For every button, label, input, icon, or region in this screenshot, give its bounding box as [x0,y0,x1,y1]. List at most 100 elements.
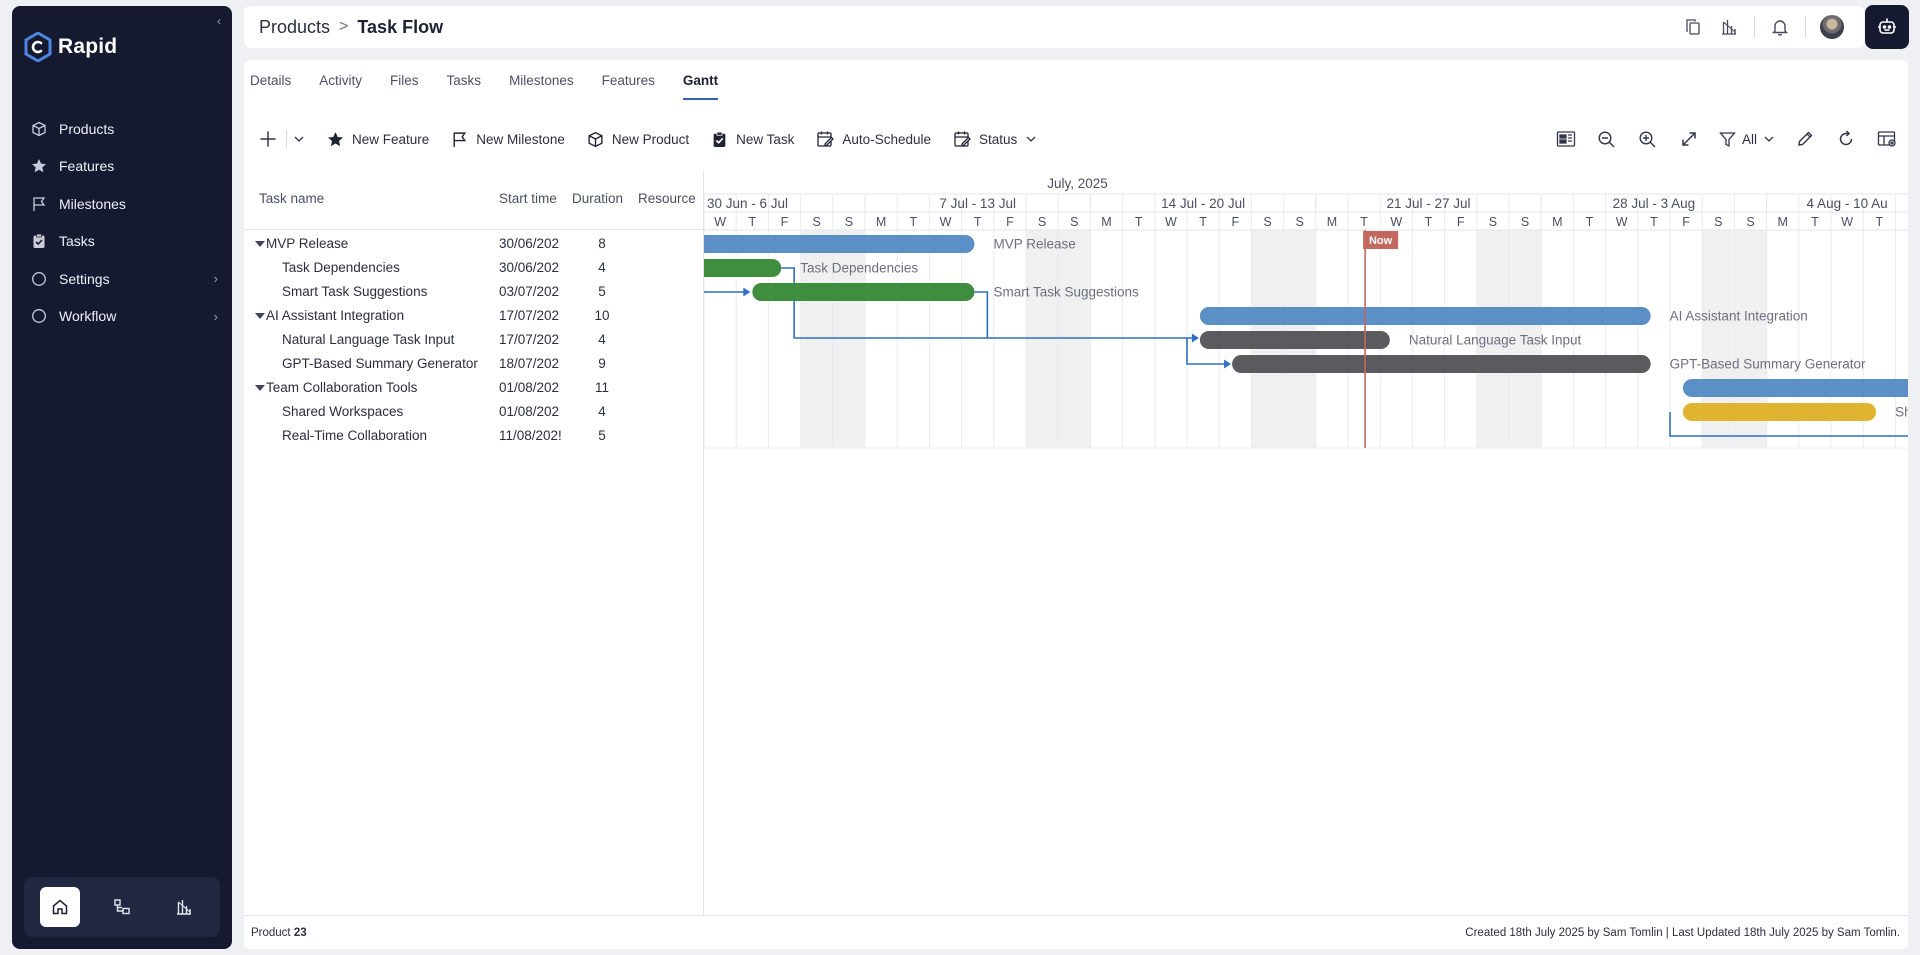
chart-button[interactable] [164,887,204,927]
dependency-arrow [743,287,751,297]
gantt-bar[interactable] [1232,355,1651,373]
sidebar-item-products[interactable]: Products [12,110,232,148]
footer-bar: Product 23 Created 18th July 2025 by Sam… [244,915,1908,949]
table-row[interactable]: Smart Task Suggestions 03/07/202 5 [244,280,703,304]
box-icon [30,120,48,138]
week-label: 21 Jul - 27 Jul [1386,196,1470,211]
day-label: S [1038,215,1046,229]
workflow-button[interactable] [102,887,142,927]
start-time-cell: 30/06/202 [499,236,560,251]
table-row[interactable]: AI Assistant Integration 17/07/202 10 [244,304,703,328]
table-row[interactable]: Shared Workspaces 01/08/202 4 [244,400,703,424]
duration-cell: 9 [598,356,606,371]
collapse-sidebar-icon[interactable]: ‹ [212,14,226,28]
auto-schedule-button[interactable]: Auto-Schedule [816,130,931,148]
weekend-shade [1058,230,1091,448]
duration-cell: 5 [598,284,606,299]
column-header-task-name[interactable]: Task name [259,191,324,206]
day-label: T [1135,215,1143,229]
assistant-bot-button[interactable] [1865,5,1909,49]
task-name-cell: AI Assistant Integration [266,308,405,323]
sidebar-dock [24,877,220,937]
tab-gantt[interactable]: Gantt [682,73,719,100]
circle-icon [30,270,48,288]
collapse-caret-icon[interactable] [255,385,265,391]
new-milestone-button[interactable]: New Milestone [451,131,565,148]
zoom-out-icon[interactable] [1596,128,1618,150]
breadcrumb-products[interactable]: Products [259,17,330,38]
gantt-bar[interactable] [1682,379,1908,397]
collapse-caret-icon[interactable] [255,313,265,319]
gantt-bar[interactable] [1199,307,1651,325]
tab-tasks[interactable]: Tasks [447,73,482,100]
task-name-cell: Real-Time Collaboration [282,428,428,443]
home-button[interactable] [40,887,80,927]
new-product-button[interactable]: New Product [587,131,689,148]
gantt-bar-label: AI Assistant Integration [1670,309,1808,324]
avatar[interactable] [1820,15,1844,39]
sidebar-item-tasks[interactable]: Tasks [12,223,232,261]
start-time-cell: 01/08/202 [499,404,560,419]
column-settings-icon[interactable] [1876,128,1898,150]
tab-details[interactable]: Details [250,73,291,100]
gantt-bar[interactable] [704,235,975,253]
day-label: S [1263,215,1271,229]
divider [286,130,287,148]
day-label: M [876,215,886,229]
export-icon[interactable] [1555,128,1577,150]
filter-icon [1719,131,1736,147]
day-label: M [1327,215,1337,229]
tab-milestones[interactable]: Milestones [509,73,574,100]
week-label: 30 Jun - 6 Jul [707,196,788,211]
task-name-cell: MVP Release [266,236,349,251]
copy-icon[interactable] [1682,16,1704,38]
column-header-duration[interactable]: Duration [572,191,623,206]
duration-cell: 10 [594,308,610,323]
gantt-bar[interactable] [752,283,975,301]
breadcrumb: Products > Task Flow [259,17,443,38]
duration-cell: 4 [598,332,606,347]
day-label: S [845,215,853,229]
sidebar-item-settings[interactable]: Settings › [12,260,232,298]
day-label: T [1875,215,1883,229]
day-label: S [1521,215,1529,229]
task-name-cell: Shared Workspaces [282,404,404,419]
task-name-cell: Team Collaboration Tools [266,380,418,395]
plus-icon[interactable] [258,129,278,149]
table-row[interactable]: Natural Language Task Input 17/07/202 4 [244,328,703,352]
tab-files[interactable]: Files [390,73,419,100]
column-header-resource[interactable]: Resource [638,191,696,206]
gantt-bar[interactable] [1682,403,1877,421]
collapse-caret-icon[interactable] [255,241,265,247]
table-row[interactable]: MVP Release 30/06/202 8 [244,232,703,256]
new-task-button[interactable]: New Task [711,131,794,148]
sidebar-item-features[interactable]: Features [12,148,232,186]
zoom-in-icon[interactable] [1637,128,1659,150]
month-label: July, 2025 [1047,176,1108,191]
dependency-link [974,291,989,338]
button-label: New Feature [352,131,430,147]
sidebar-item-workflow[interactable]: Workflow › [12,298,232,336]
chevron-down-icon[interactable] [293,133,305,145]
table-row[interactable]: Real-Time Collaboration 11/08/202! 5 [244,424,703,448]
new-feature-button[interactable]: New Feature [327,131,429,148]
refresh-icon[interactable] [1835,128,1857,150]
chart-icon[interactable] [1718,16,1740,38]
sidebar-item-label: Settings [59,270,110,287]
calendar-edit-icon [817,131,835,147]
table-row[interactable]: GPT-Based Summary Generator 18/07/202 9 [244,352,703,376]
expand-icon[interactable] [1678,128,1700,150]
column-header-start-time[interactable]: Start time [499,191,557,206]
table-row[interactable]: Team Collaboration Tools 01/08/202 11 [244,376,703,400]
table-row[interactable]: Task Dependencies 30/06/202 4 [244,256,703,280]
tab-features[interactable]: Features [602,73,655,100]
pencil-icon[interactable] [1794,128,1816,150]
tab-activity[interactable]: Activity [319,73,362,100]
gantt-bar[interactable] [704,259,782,277]
filter-dropdown[interactable]: All [1719,131,1775,148]
status-dropdown[interactable]: Status [953,130,1037,148]
sidebar-item-milestones[interactable]: Milestones [12,185,232,223]
circle-icon [30,307,48,325]
bell-icon[interactable] [1769,16,1791,38]
gantt-bar[interactable] [1199,331,1390,349]
